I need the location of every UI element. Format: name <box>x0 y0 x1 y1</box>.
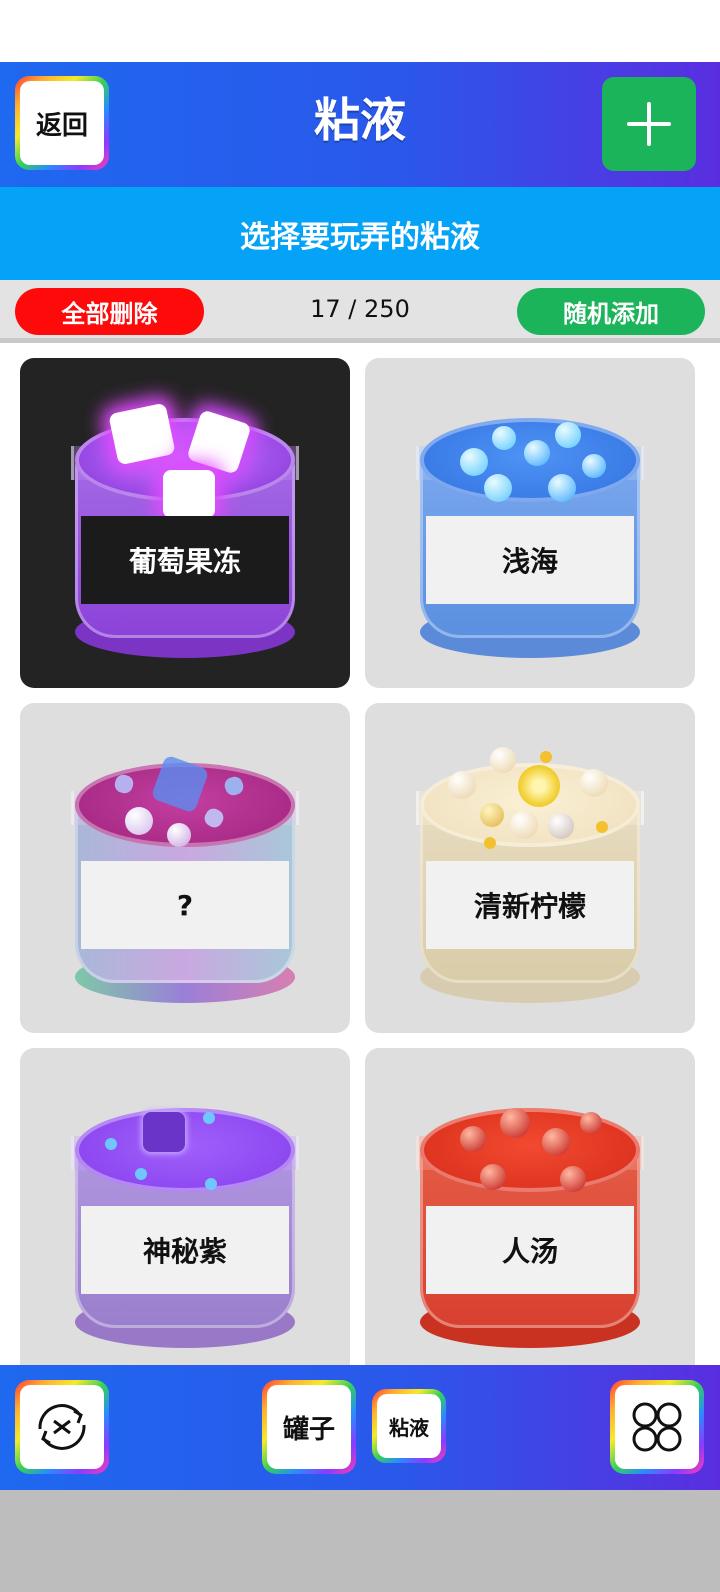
app-header: 返回 粘液 <box>0 62 720 187</box>
slime-card-mystic-purple[interactable]: 神秘紫 <box>20 1048 350 1365</box>
page-title: 粘液 <box>314 93 406 147</box>
subtitle-bar: 选择要玩弄的粘液 <box>0 187 720 280</box>
slime-card-human-soup[interactable]: 人汤 <box>365 1048 695 1365</box>
cycle-reset-icon <box>38 1404 86 1450</box>
slime-card-grape-jelly[interactable]: 葡萄果冻 <box>20 358 350 688</box>
delete-all-button[interactable]: 全部删除 <box>15 288 204 335</box>
random-add-label: 随机添加 <box>563 300 659 328</box>
random-add-button[interactable]: 随机添加 <box>517 288 705 335</box>
slime-card-shallow-sea[interactable]: 浅海 <box>365 358 695 688</box>
footer-area <box>0 1490 720 1592</box>
four-circles-icon <box>632 1402 682 1452</box>
slime-label: ? <box>81 861 289 949</box>
slime-label: 神秘紫 <box>81 1206 289 1294</box>
slime-label: 人汤 <box>426 1206 634 1294</box>
slime-label: 浅海 <box>426 516 634 604</box>
slime-label: 清新柠檬 <box>426 861 634 949</box>
slime-card-mystery[interactable]: ? <box>20 703 350 1033</box>
toolbar: 全部删除 17 / 250 随机添加 <box>0 280 720 343</box>
back-button[interactable]: 返回 <box>15 76 109 170</box>
slime-tab-button[interactable]: 粘液 <box>372 1389 446 1463</box>
jar-tab-label: 罐子 <box>267 1385 351 1469</box>
slime-grid: 葡萄果冻 浅海 ? 清新柠檬 神秘紫 人汤 <box>0 348 720 1365</box>
subtitle-text: 选择要玩弄的粘液 <box>240 219 480 255</box>
slime-label: 葡萄果冻 <box>81 516 289 604</box>
jar-tab-button[interactable]: 罐子 <box>262 1380 356 1474</box>
slime-count: 17 / 250 <box>310 295 410 323</box>
delete-all-label: 全部删除 <box>61 300 158 328</box>
slime-card-fresh-lemon[interactable]: 清新柠檬 <box>365 703 695 1033</box>
add-button[interactable] <box>602 77 696 171</box>
slime-tab-label: 粘液 <box>377 1394 441 1458</box>
bottom-nav: 罐子 粘液 <box>0 1365 720 1490</box>
grid-menu-button[interactable] <box>610 1380 704 1474</box>
back-button-label: 返回 <box>20 81 104 165</box>
reset-button[interactable] <box>15 1380 109 1474</box>
